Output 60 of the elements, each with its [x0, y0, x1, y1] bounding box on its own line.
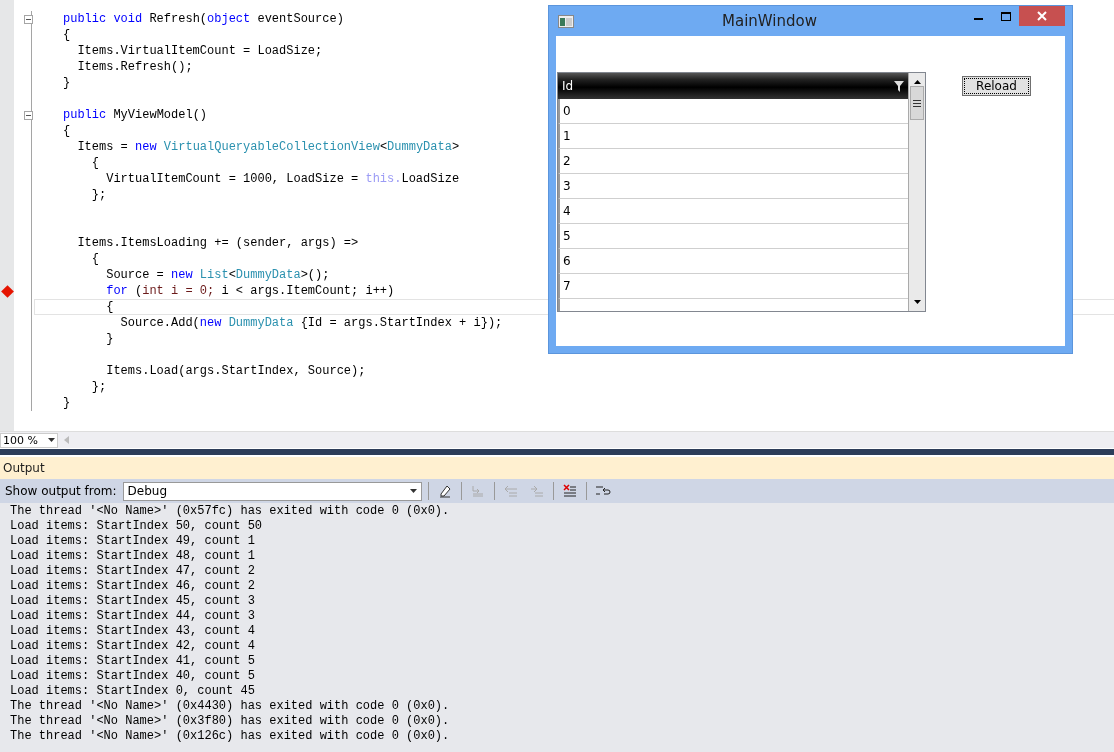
close-button[interactable] [1019, 6, 1065, 26]
code-line: { [63, 124, 71, 138]
code-line: Source = new List<DummyData>(); [105, 268, 330, 282]
code-line: { [63, 28, 71, 42]
collapse-icon[interactable] [24, 14, 33, 24]
caret-icon [48, 438, 55, 442]
scroll-up-icon[interactable] [913, 80, 921, 84]
maximize-icon[interactable] [1000, 11, 1011, 21]
word-wrap-icon[interactable] [594, 484, 611, 498]
output-line: Load items: StartIndex 41, count 5 [10, 654, 256, 669]
code-line: } [63, 76, 71, 90]
output-line: Load items: StartIndex 42, count 4 [10, 639, 256, 654]
filter-icon[interactable] [894, 80, 904, 92]
output-line: Load items: StartIndex 46, count 2 [10, 579, 256, 594]
code-line: { [105, 300, 114, 314]
output-line: Load items: StartIndex 50, count 50 [10, 519, 264, 534]
output-line: Load items: StartIndex 40, count 5 [10, 669, 256, 684]
scroll-thumb[interactable] [910, 86, 924, 120]
window-title: MainWindow [721, 12, 818, 30]
output-line: Load items: StartIndex 43, count 4 [10, 624, 256, 639]
code-line: { [90, 252, 99, 266]
code-line: }; [90, 188, 107, 202]
output-line: Load items: StartIndex 49, count 1 [10, 534, 256, 549]
code-line: } [63, 396, 71, 410]
eraser-icon[interactable] [437, 484, 452, 498]
panel-title: Output [3, 461, 45, 475]
output-line: Load items: StartIndex 44, count 3 [10, 609, 256, 624]
output-line: Load items: StartIndex 47, count 2 [10, 564, 256, 579]
code-line: Items.ItemsLoading += (sender, args) => [76, 236, 359, 250]
code-line: VirtualItemCount = 1000, LoadSize = this.LoadSize [105, 172, 460, 186]
output-line: Load items: StartIndex 45, count 3 [10, 594, 256, 609]
breakpoint-icon[interactable] [0, 284, 14, 298]
source-label: Show output from: [5, 484, 117, 498]
output-source-dropdown[interactable]: Debug [122, 481, 422, 501]
code-line: Items.VirtualItemCount = LoadSize; [76, 44, 323, 58]
code-line: public void Refresh(object eventSource) [63, 12, 344, 26]
output-line: The thread '<No Name>' (0x57fc) has exited with code 0 (0x0). [10, 504, 451, 519]
output-line: The thread '<No Name>' (0x4430) has exited with code 0 (0x0). [10, 699, 451, 714]
output-line: The thread '<No Name>' (0x126c) has exited with code 0 (0x0). [10, 729, 451, 744]
code-line: Items.Load(args.StartIndex, Source); [105, 364, 366, 378]
app-icon [558, 14, 574, 28]
clear-all-icon[interactable] [562, 484, 577, 498]
code-line: Items.Refresh(); [76, 60, 193, 74]
code-line: Source.Add(new DummyData {Id = args.StartIndex + i}); [119, 316, 503, 330]
code-line: for (int i = 0; i < args.ItemCount; i++) [105, 284, 395, 298]
code-line: }; [90, 380, 107, 394]
code-line: public MyViewModel() [63, 108, 208, 122]
output-line: The thread '<No Name>' (0x3f80) has exited with code 0 (0x0). [10, 714, 451, 729]
zoom-dropdown[interactable]: 100 % [0, 432, 58, 448]
caret-icon [409, 489, 417, 493]
close-icon [1037, 11, 1047, 21]
column-header[interactable]: Id [558, 73, 908, 99]
scroll-down-icon[interactable] [913, 300, 921, 304]
code-line: { [90, 156, 99, 170]
output-line: Load items: StartIndex 48, count 1 [10, 549, 256, 564]
reload-button[interactable]: Reload [962, 76, 1031, 96]
code-line: Items = new VirtualQueryableCollectionView<DummyData> [76, 140, 460, 154]
collapse-icon[interactable] [24, 110, 33, 120]
output-line: Load items: StartIndex 0, count 45 [10, 684, 256, 699]
code-line: } [105, 332, 114, 346]
